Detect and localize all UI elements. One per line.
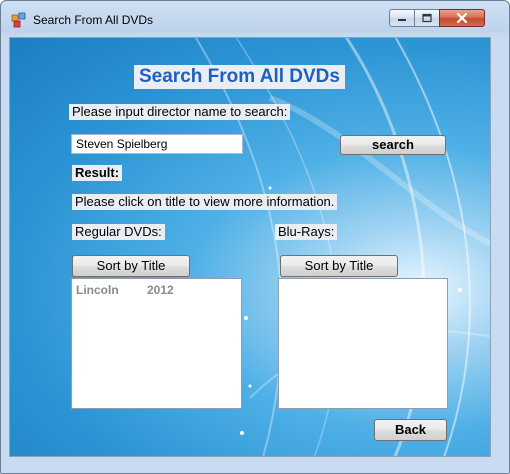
app-window: Search From All DVDs Search From All DVD… xyxy=(0,0,510,474)
close-button[interactable] xyxy=(439,9,485,27)
director-prompt-label: Please input director name to search: xyxy=(69,104,291,120)
app-icon xyxy=(11,12,26,28)
close-icon xyxy=(456,13,468,23)
sort-bluray-by-title-button[interactable]: Sort by Title xyxy=(280,255,398,277)
form-area: Search From All DVDs Please input direct… xyxy=(9,37,491,457)
window-title: Search From All DVDs xyxy=(33,13,154,27)
form-heading: Search From All DVDs xyxy=(134,65,345,89)
regular-dvds-label: Regular DVDs: xyxy=(72,224,165,240)
minimize-button[interactable] xyxy=(389,9,415,27)
search-button[interactable]: search xyxy=(340,135,446,155)
maximize-button[interactable] xyxy=(414,9,440,27)
title-bar: Search From All DVDs xyxy=(1,1,509,37)
regular-dvds-list[interactable]: Lincoln 2012 xyxy=(71,278,242,409)
dvd-year: 2012 xyxy=(147,283,174,297)
back-button[interactable]: Back xyxy=(374,419,447,441)
blu-rays-label: Blu-Rays: xyxy=(275,224,338,240)
blu-rays-list[interactable] xyxy=(278,278,448,409)
result-label: Result: xyxy=(72,165,123,181)
list-item[interactable]: Lincoln 2012 xyxy=(76,283,174,297)
dvd-title: Lincoln xyxy=(76,283,119,297)
maximize-icon xyxy=(422,13,432,23)
sort-regular-by-title-button[interactable]: Sort by Title xyxy=(72,255,190,277)
instruction-label: Please click on title to view more infor… xyxy=(72,194,338,210)
minimize-icon xyxy=(398,19,406,21)
director-name-input[interactable]: Steven Spielberg xyxy=(71,134,243,154)
